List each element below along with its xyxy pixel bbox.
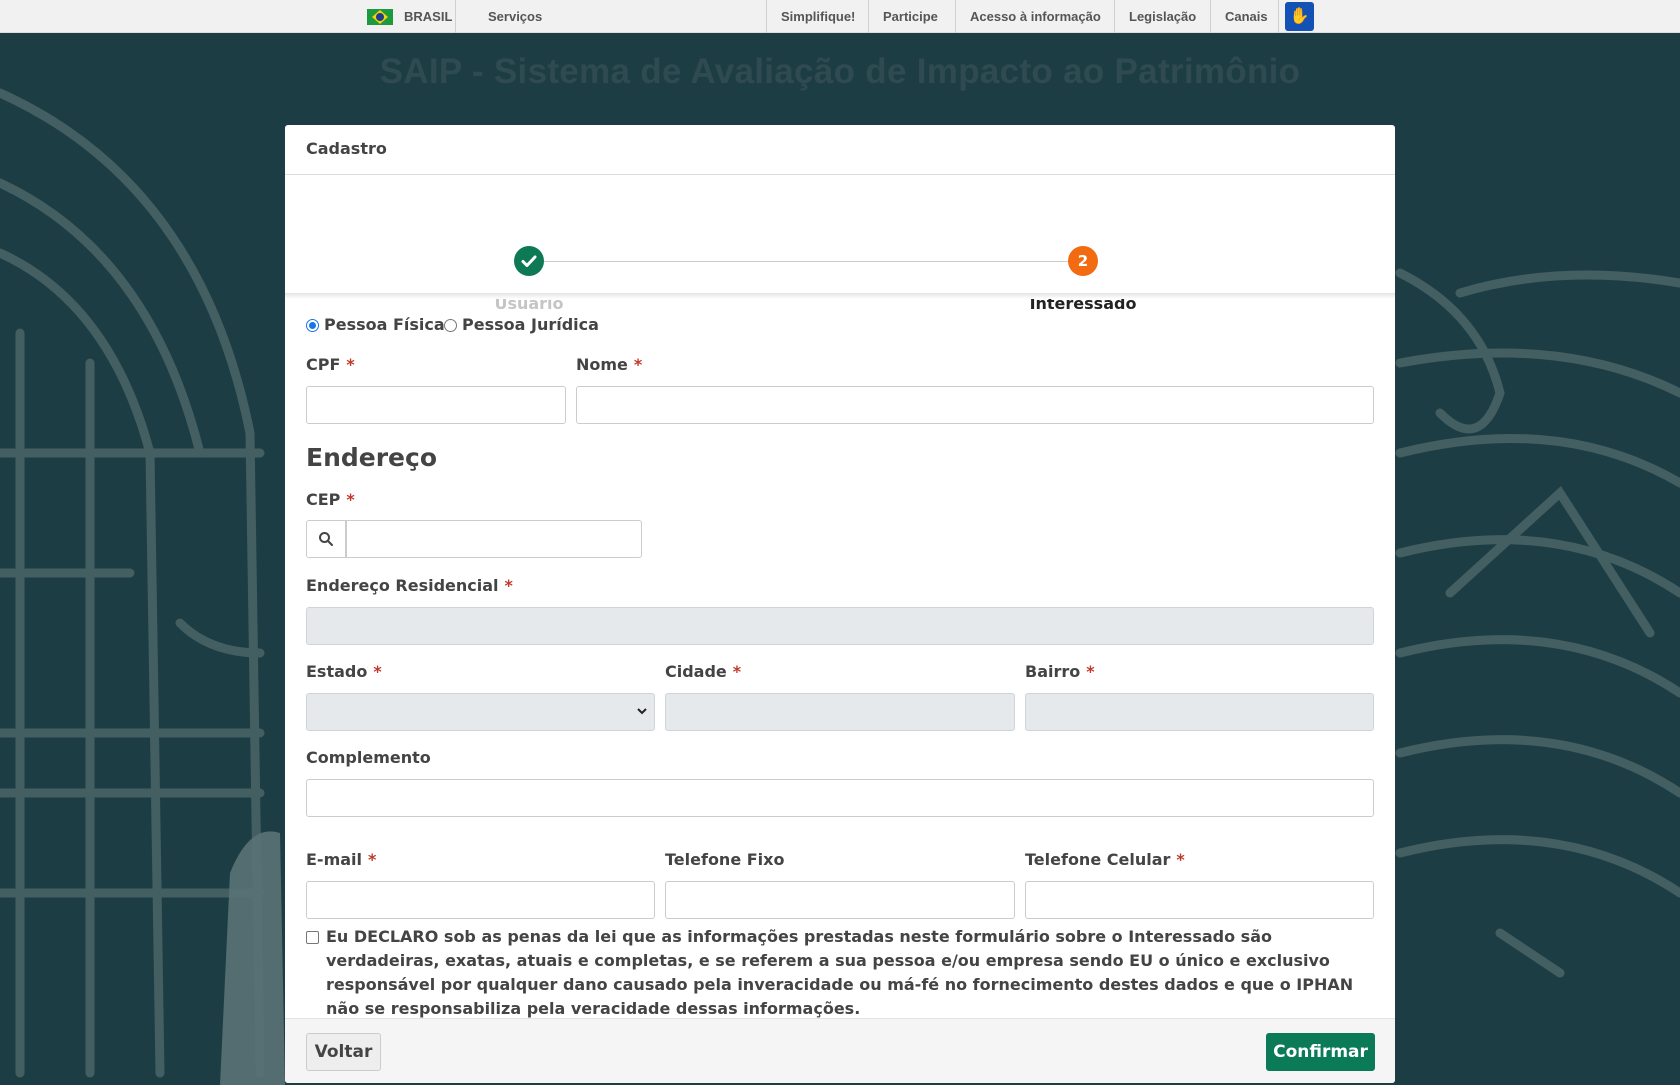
radio-pessoa-juridica[interactable] bbox=[444, 319, 457, 332]
acesso-informacao-link[interactable]: Acesso à informação bbox=[955, 0, 1116, 33]
declaration-checkbox[interactable] bbox=[306, 931, 319, 944]
address-section-title: Endereço bbox=[306, 443, 438, 472]
nome-input[interactable] bbox=[576, 386, 1374, 424]
email-label: E-mail * bbox=[306, 850, 377, 869]
hand-sign-icon[interactable]: ✋ bbox=[1285, 2, 1314, 31]
bairro-input[interactable] bbox=[1025, 693, 1374, 731]
nome-label: Nome * bbox=[576, 355, 643, 374]
declaration-text: Eu DECLARO sob as penas da lei que as in… bbox=[326, 927, 1354, 1018]
stepper-divider bbox=[285, 293, 1395, 299]
chevron-down-icon bbox=[636, 705, 648, 720]
telefone-fixo-label: Telefone Fixo bbox=[665, 850, 785, 869]
card-header: Cadastro bbox=[285, 125, 1395, 175]
email-input[interactable] bbox=[306, 881, 655, 919]
canais-link[interactable]: Canais bbox=[1210, 0, 1283, 33]
bairro-label: Bairro * bbox=[1025, 662, 1095, 681]
stepper-line bbox=[529, 261, 1083, 262]
telefone-fixo-input[interactable] bbox=[665, 881, 1015, 919]
check-icon bbox=[514, 246, 544, 276]
radio-pessoa-fisica[interactable] bbox=[306, 319, 319, 332]
complemento-label: Complemento bbox=[306, 748, 431, 767]
cep-label: CEP * bbox=[306, 490, 355, 509]
card-footer: Voltar Confirmar bbox=[285, 1018, 1395, 1083]
telefone-celular-label: Telefone Celular * bbox=[1025, 850, 1185, 869]
cpf-input[interactable] bbox=[306, 386, 566, 424]
back-button[interactable]: Voltar bbox=[306, 1033, 381, 1071]
page-title: SAIP - Sistema de Avaliação de Impacto a… bbox=[379, 52, 1301, 91]
cep-input-group bbox=[306, 520, 642, 558]
step-2-number: 2 bbox=[1068, 246, 1098, 276]
registration-card: Cadastro Usuário 2 Interessado Pessoa Fí… bbox=[285, 125, 1395, 1083]
estado-label: Estado * bbox=[306, 662, 382, 681]
cep-input[interactable] bbox=[346, 520, 642, 558]
legislacao-link[interactable]: Legislação bbox=[1114, 0, 1211, 33]
cidade-label: Cidade * bbox=[665, 662, 742, 681]
simplifique-link[interactable]: Simplifique! bbox=[766, 0, 870, 33]
confirm-button[interactable]: Confirmar bbox=[1266, 1033, 1375, 1071]
search-icon[interactable] bbox=[306, 520, 346, 558]
pessoa-fisica-label[interactable]: Pessoa Física bbox=[324, 315, 445, 334]
endereco-label: Endereço Residencial * bbox=[306, 576, 513, 595]
endereco-input[interactable] bbox=[306, 607, 1374, 645]
participe-link[interactable]: Participe bbox=[868, 0, 953, 33]
estado-select[interactable] bbox=[306, 693, 655, 731]
gov-top-bar: BRASIL Serviços Simplifique! Participe A… bbox=[0, 0, 1680, 33]
services-link[interactable]: Serviços bbox=[473, 0, 557, 33]
telefone-celular-input[interactable] bbox=[1025, 881, 1374, 919]
pessoa-juridica-label[interactable]: Pessoa Jurídica bbox=[462, 315, 599, 334]
cpf-label: CPF * bbox=[306, 355, 355, 374]
cidade-input[interactable] bbox=[665, 693, 1015, 731]
complemento-input[interactable] bbox=[306, 779, 1374, 817]
